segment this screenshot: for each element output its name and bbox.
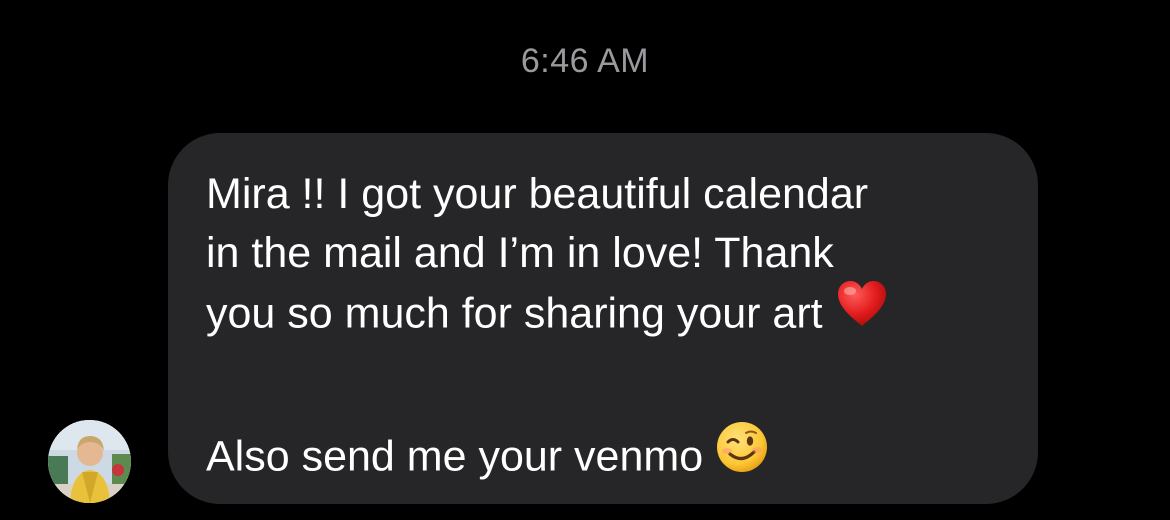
message-text-line-3-text: you so much for sharing your art	[206, 289, 823, 338]
red-heart-icon	[835, 279, 889, 345]
message-text-line-1: Mira !! I got your beautiful calendar	[206, 170, 869, 218]
message-text-line-2: in the mail and I’m in love! Thank	[206, 229, 834, 277]
chat-screen: 6:46 AM Mira !! I got your beautiful cal…	[0, 0, 1170, 520]
avatar-photo	[48, 420, 131, 503]
incoming-message-bubble[interactable]: Mira !! I got your beautiful calendar in…	[168, 133, 1038, 504]
message-text-line-4: Also send me your venmo	[206, 422, 998, 494]
message-timestamp: 6:46 AM	[520, 42, 650, 80]
winking-face-icon	[715, 420, 769, 490]
message-text-line-3: you so much for sharing your art	[206, 281, 998, 349]
message-text-line-4-text: Also send me your venmo	[206, 432, 704, 481]
contact-avatar[interactable]	[48, 420, 131, 503]
